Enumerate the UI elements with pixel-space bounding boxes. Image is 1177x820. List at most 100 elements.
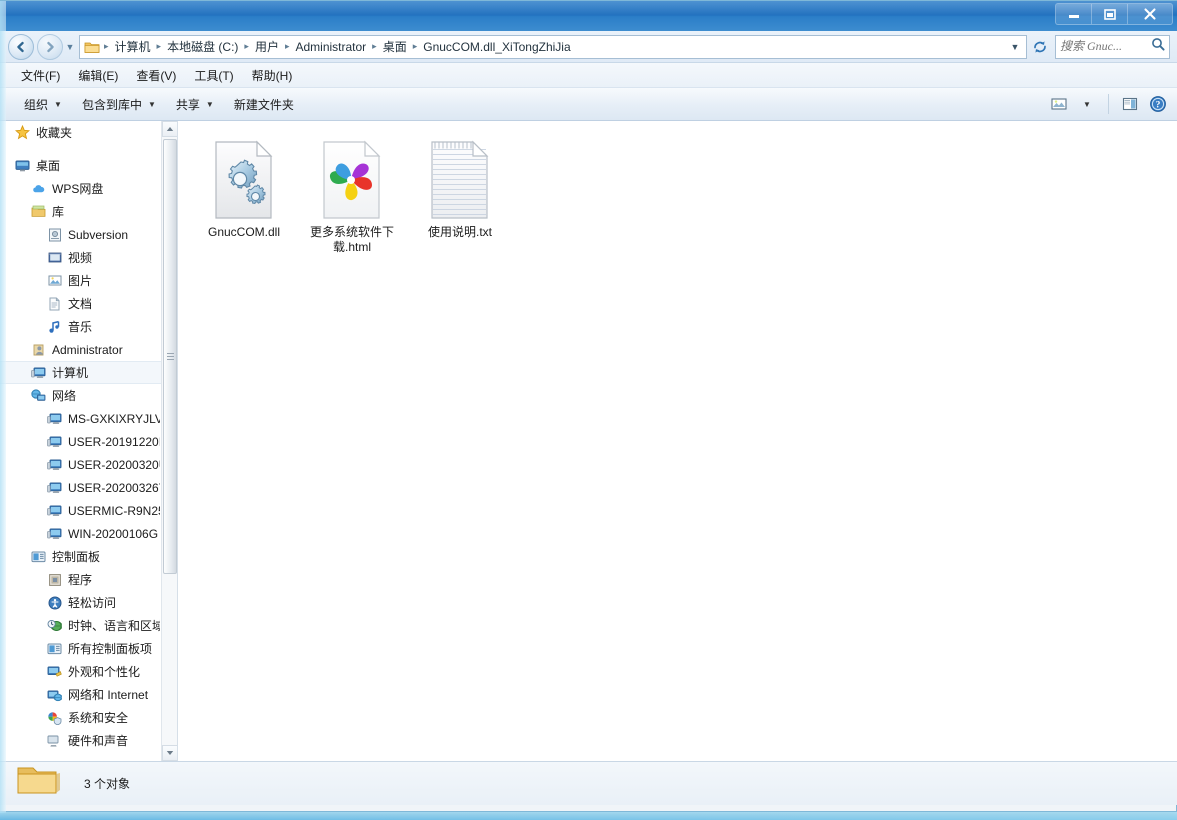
sidebar-item-label: 系统和安全 [68,711,129,725]
sidebar-item-19[interactable]: 程序 [0,568,164,591]
share-label: 共享 [175,97,200,112]
sidebar-item-20[interactable]: 轻松访问 [0,591,164,614]
maximize-button[interactable] [1092,4,1128,24]
sidebar-item-16[interactable]: USERMIC-R9N25 [0,499,164,522]
sidebar-item-17[interactable]: WIN-20200106G [0,522,164,545]
menu-file[interactable]: 文件(F) [12,64,69,87]
sidebar-item-label: 收藏夹 [36,126,73,140]
sidebar-item-25[interactable]: 系统和安全 [0,706,164,729]
share-button[interactable]: 共享 ▼ [166,91,224,118]
search-icon [1151,37,1165,56]
sidebar-item-21[interactable]: 时钟、语言和区域 [0,614,164,637]
breadcrumb-item-0[interactable]: 计算机 [111,36,155,57]
pictures-icon [46,274,63,287]
subversion-icon [46,228,63,242]
sidebar-item-24[interactable]: 网络和 Internet [0,683,164,706]
video-icon [46,251,63,264]
scrollbar-thumb[interactable] [163,139,177,574]
menu-view[interactable]: 查看(V) [127,64,185,87]
navigation-scrollbar[interactable] [161,121,177,761]
menu-edit[interactable]: 编辑(E) [69,64,127,87]
sidebar-item-label: 硬件和声音 [68,734,129,748]
menu-help[interactable]: 帮助(H) [243,64,302,87]
sidebar-item-1[interactable]: 桌面 [0,154,164,177]
scroll-up-button[interactable] [162,121,177,137]
sidebar-item-7[interactable]: 文档 [0,292,164,315]
sidebar-item-label: 桌面 [36,159,61,173]
include-in-library-label: 包含到库中 [81,97,142,112]
titlebar-gloss [0,1,1177,15]
sidebar-item-18[interactable]: 控制面板 [0,545,164,568]
sidebar-item-8[interactable]: 音乐 [0,315,164,338]
preview-pane-icon[interactable] [1117,92,1143,116]
sidebar-item-23[interactable]: 外观和个性化 [0,660,164,683]
breadcrumb-item-1[interactable]: 本地磁盘 (C:) [163,36,242,57]
navigation-pane[interactable]: 收藏夹桌面 WPS网盘库 Subversion 视频图片文档音乐 Administrat… [0,121,178,761]
organize-label: 组织 [24,97,49,112]
file-item-2[interactable]: 使用说明.txt [408,135,512,262]
sidebar-item-6[interactable]: 图片 [0,269,164,292]
address-dropdown-button[interactable]: ▼ [1006,42,1024,52]
file-item-0[interactable]: GnucCOM.dll [192,135,296,262]
forward-button[interactable] [37,33,63,60]
sidebar-item-12[interactable]: MS-GXKIXRYJLV [0,407,164,430]
menu-tools[interactable]: 工具(T) [185,64,242,87]
system-security-icon [46,711,63,725]
recent-locations-button[interactable]: ▼ [63,42,77,52]
music-icon [46,320,63,334]
breadcrumb-item-4[interactable]: 桌面 [379,36,411,57]
sidebar-item-26[interactable]: 硬件和声音 [0,729,164,752]
text-file-icon [427,140,493,220]
view-layout-icon[interactable] [1046,92,1072,116]
breadcrumb-separator: ▸ [284,41,290,51]
sidebar-item-22[interactable]: 所有控制面板项 [0,637,164,660]
help-icon[interactable]: ? [1145,92,1171,116]
sidebar-item-14[interactable]: USER-20200320U [0,453,164,476]
refresh-button[interactable] [1028,35,1052,59]
file-list-pane[interactable]: GnucCOM.dll 更多系统软件下载.html 使用说明.txt [178,121,1177,761]
library-icon [30,205,47,218]
sidebar-item-label: 外观和个性化 [68,665,141,679]
clock-language-icon [46,619,63,633]
dll-gear-file-icon [211,140,277,220]
scroll-down-button[interactable] [162,745,177,761]
breadcrumb-item-3[interactable]: Administrator [291,38,370,56]
search-box[interactable] [1055,34,1170,59]
include-in-library-button[interactable]: 包含到库中 ▼ [72,91,166,118]
sidebar-item-label: 时钟、语言和区域 [68,619,160,633]
status-bar: 3 个对象 [0,761,1177,805]
minimize-button[interactable] [1056,4,1092,24]
sidebar-item-label: 控制面板 [52,550,101,564]
sidebar-item-13[interactable]: USER-20191220I [0,430,164,453]
sidebar-item-label: 音乐 [68,320,93,334]
sidebar-item-10[interactable]: 计算机 [0,361,164,384]
address-bar[interactable]: ▸ 计算机 ▸ 本地磁盘 (C:) ▸ 用户 ▸ Administrator ▸ 桌面 ▸ GnucC… [79,34,1027,59]
hardware-sound-icon [46,734,63,748]
programs-icon [46,573,63,587]
breadcrumb-item-5[interactable]: GnucCOM.dll_XiTongZhiJia [419,38,574,56]
sidebar-item-4[interactable]: Subversion [0,223,164,246]
html-pinwheel-file-icon [319,140,385,220]
file-item-1[interactable]: 更多系统软件下载.html [300,135,404,262]
back-button[interactable] [8,33,34,60]
sidebar-item-2[interactable]: WPS网盘 [0,177,164,200]
status-text: 3 个对象 [84,777,131,791]
sidebar-item-9[interactable]: Administrator [0,338,164,361]
sidebar-item-5[interactable]: 视频 [0,246,164,269]
sidebar-item-0[interactable]: 收藏夹 [0,121,164,144]
sidebar-item-label: 图片 [68,274,93,288]
sidebar-item-3[interactable]: 库 [0,200,164,223]
close-button[interactable] [1128,4,1172,24]
new-folder-button[interactable]: 新建文件夹 [224,91,304,118]
sidebar-item-15[interactable]: USER-20200326Y [0,476,164,499]
title-bar[interactable] [0,1,1177,31]
sidebar-item-label: MS-GXKIXRYJLV [68,411,160,426]
search-input[interactable] [1060,39,1151,54]
star-icon [14,125,31,140]
sidebar-item-11[interactable]: 网络 [0,384,164,407]
view-dropdown-button[interactable]: ▼ [1074,92,1100,116]
breadcrumb-item-2[interactable]: 用户 [251,36,283,57]
desktop-icon [14,159,31,173]
organize-button[interactable]: 组织 ▼ [14,91,72,118]
command-bar: 组织 ▼ 包含到库中 ▼ 共享 ▼ 新建文件夹 ▼ ? [0,88,1177,121]
